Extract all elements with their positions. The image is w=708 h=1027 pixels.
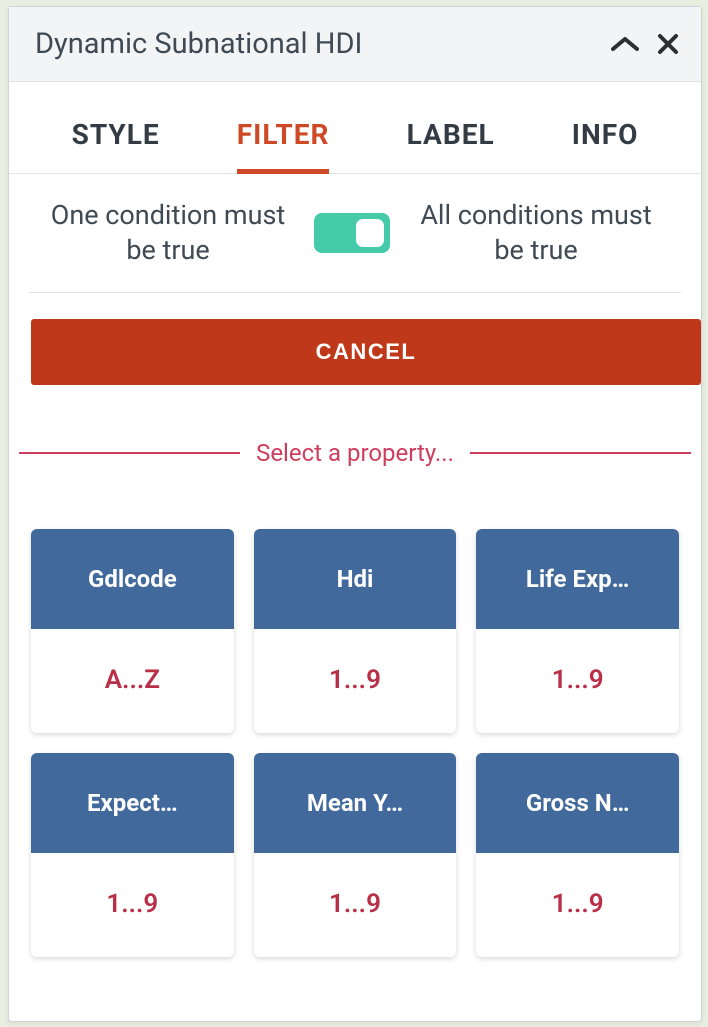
property-name: Expect… [31,753,234,853]
property-name: Hdi [254,529,457,629]
property-name: Gross N… [476,753,679,853]
collapse-icon[interactable] [611,35,639,53]
divider-line [19,452,240,454]
tab-style[interactable]: STYLE [72,118,160,171]
property-divider: Select a property... [19,439,691,467]
cancel-button[interactable]: CANCEL [31,319,701,385]
tabs-row: STYLE FILTER LABEL INFO [9,82,701,174]
property-name: Mean Y… [254,753,457,853]
property-name: Life Exp… [476,529,679,629]
property-name: Gdlcode [31,529,234,629]
property-card[interactable]: Expect… 1...9 [31,753,234,957]
condition-all-label: All conditions must be true [411,198,661,268]
panel-header: Dynamic Subnational HDI [9,7,701,82]
condition-mode-row: One condition must be true All condition… [29,174,681,293]
tab-label[interactable]: LABEL [407,118,495,171]
condition-one-label: One condition must be true [43,198,293,268]
tab-filter[interactable]: FILTER [237,118,330,174]
layer-settings-panel: Dynamic Subnational HDI STYLE FILTER LAB… [8,6,702,1022]
property-card[interactable]: Gdlcode A...Z [31,529,234,733]
property-range: 1...9 [31,853,234,957]
property-card[interactable]: Hdi 1...9 [254,529,457,733]
property-range: 1...9 [254,629,457,733]
property-range: 1...9 [254,853,457,957]
property-grid: Gdlcode A...Z Hdi 1...9 Life Exp… 1...9 … [9,467,701,957]
divider-label: Select a property... [240,439,470,467]
property-range: A...Z [31,629,234,733]
header-controls [611,33,679,55]
condition-toggle[interactable] [314,213,390,253]
property-card[interactable]: Gross N… 1...9 [476,753,679,957]
property-range: 1...9 [476,629,679,733]
tab-info[interactable]: INFO [572,118,639,171]
divider-line [470,452,691,454]
toggle-knob [356,219,384,247]
panel-title: Dynamic Subnational HDI [35,27,362,61]
property-card[interactable]: Life Exp… 1...9 [476,529,679,733]
close-icon[interactable] [657,33,679,55]
property-card[interactable]: Mean Y… 1...9 [254,753,457,957]
property-range: 1...9 [476,853,679,957]
